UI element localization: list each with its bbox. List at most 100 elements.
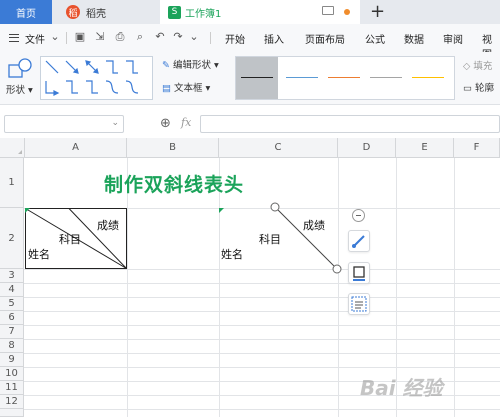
formula-bar: ⌄ ⊕ fx — [0, 110, 500, 138]
shape-outline-button[interactable] — [348, 262, 370, 284]
line-shape-gallery[interactable] — [40, 56, 153, 100]
formula-input[interactable] — [200, 115, 500, 133]
row-header-7[interactable]: 7 — [0, 325, 24, 339]
chevron-down-icon[interactable]: ⌄ — [111, 118, 119, 128]
header-c2-bottom-text: 姓名 — [221, 248, 243, 261]
export-icon[interactable]: ⇲ — [94, 31, 106, 43]
zoom-icon[interactable]: ⊕ — [160, 116, 171, 131]
row-header-10[interactable]: 10 — [0, 367, 24, 381]
line-shapes-icon — [45, 60, 139, 96]
column-header-f[interactable]: F — [454, 138, 500, 158]
grid-line — [24, 325, 500, 326]
save-icon[interactable]: ▣ — [74, 31, 86, 43]
edit-shape-button[interactable]: ✎ 编辑形状 ▾ — [162, 57, 219, 71]
title-tab-bar: 首页 稻 稻壳 S 工作簿1 + — [0, 0, 500, 24]
header-a2-top-text: 成绩 — [97, 219, 119, 232]
grid-line — [24, 283, 500, 284]
divider — [210, 32, 211, 44]
outline-icon: ▭ — [463, 83, 472, 94]
unsaved-dot-icon — [344, 9, 350, 15]
text-box-button[interactable]: ▤ 文本框 ▾ — [162, 80, 210, 94]
shape-label[interactable]: 形状 ▾ — [6, 82, 33, 96]
style-line-yellow[interactable] — [412, 77, 444, 78]
column-header-e[interactable]: E — [396, 138, 454, 158]
outline-box-icon — [353, 266, 365, 281]
row-header-1[interactable]: 1 — [0, 158, 24, 208]
select-all-corner[interactable] — [0, 138, 25, 158]
grid-line — [24, 339, 500, 340]
new-tab-button[interactable]: + — [370, 1, 385, 22]
menu-file[interactable]: 文件 — [25, 31, 45, 46]
spreadsheet-logo-icon: S — [168, 5, 181, 19]
chevron-down-icon[interactable]: ⌄ — [49, 31, 61, 43]
row-header-9[interactable]: 9 — [0, 353, 24, 367]
row-header-5[interactable]: 5 — [0, 297, 24, 311]
watermark: Bai 经验 — [360, 376, 443, 400]
chevron-down-icon[interactable]: ⌄ — [188, 31, 200, 43]
shape-style-button[interactable] — [348, 230, 370, 252]
hamburger-icon[interactable] — [9, 34, 19, 42]
column-header-c[interactable]: C — [219, 138, 338, 158]
collapse-toolbar-button[interactable] — [352, 209, 365, 222]
header-c2-top-text: 成绩 — [303, 219, 325, 232]
menu-bar: 文件 ⌄ ▣ ⇲ ⎙ ⌕ ↶ ↷ ⌄ 开始 插入 页面布局 公式 数据 审阅 视… — [0, 24, 500, 61]
brush-icon — [352, 235, 365, 248]
print-icon[interactable]: ⎙ — [114, 31, 126, 43]
column-header-b[interactable]: B — [127, 138, 219, 158]
select-all-icon — [18, 150, 22, 154]
shape-style-gallery[interactable] — [235, 56, 455, 100]
style-line-orange[interactable] — [328, 77, 360, 78]
column-header-a[interactable]: A — [25, 138, 127, 158]
tab-daoke[interactable]: 稻 稻壳 — [58, 0, 158, 24]
divider — [66, 32, 67, 44]
outline-label: 轮廓 — [475, 83, 495, 94]
sheet-title[interactable]: 制作双斜线表头 — [104, 170, 244, 197]
row-header-12[interactable]: 12 — [0, 395, 24, 409]
redo-icon[interactable]: ↷ — [172, 31, 184, 43]
preview-icon[interactable]: ⌕ — [134, 31, 146, 43]
text-box-icon: ▤ — [162, 83, 171, 94]
diagonal-line-shape[interactable] — [219, 200, 349, 280]
shapes-icon — [8, 58, 32, 78]
edit-shape-icon: ✎ — [162, 60, 170, 71]
style-line-blue[interactable] — [286, 77, 318, 78]
undo-icon[interactable]: ↶ — [154, 31, 166, 43]
row-header-11[interactable]: 11 — [0, 381, 24, 395]
column-header-d[interactable]: D — [338, 138, 396, 158]
grid-line — [338, 158, 339, 417]
row-header-2[interactable]: 2 — [0, 208, 24, 269]
fx-icon[interactable]: fx — [181, 116, 191, 129]
row-header-8[interactable]: 8 — [0, 339, 24, 353]
style-line-gray[interactable] — [370, 77, 402, 78]
text-wrap-button[interactable] — [348, 293, 370, 315]
tab-daoke-label: 稻壳 — [86, 8, 106, 20]
row-header-6[interactable]: 6 — [0, 311, 24, 325]
tab-home[interactable]: 首页 — [0, 0, 52, 24]
tab-workbook-label: 工作簿1 — [185, 8, 222, 20]
text-wrap-icon — [351, 296, 367, 312]
grid-line — [454, 158, 455, 417]
style-option-selected[interactable] — [236, 57, 278, 99]
header-c2-middle-text: 科目 — [259, 233, 281, 246]
grid-line — [24, 353, 500, 354]
text-box-label: 文本框 — [174, 83, 203, 94]
menu-home[interactable]: 开始 — [225, 31, 245, 46]
menu-insert[interactable]: 插入 — [264, 31, 284, 46]
header-a2-middle-text: 科目 — [59, 233, 81, 246]
row-header-3[interactable]: 3 — [0, 269, 24, 283]
monitor-icon[interactable] — [322, 6, 334, 15]
row-header-13[interactable] — [0, 409, 24, 417]
fill-button[interactable]: ◇ 填充 — [463, 58, 492, 72]
fill-icon: ◇ — [463, 61, 471, 72]
grid-line — [24, 367, 500, 368]
menu-review[interactable]: 审阅 — [443, 31, 463, 46]
row-header-4[interactable]: 4 — [0, 283, 24, 297]
name-box[interactable]: ⌄ — [4, 115, 124, 133]
menu-data[interactable]: 数据 — [404, 31, 424, 46]
grid-line — [24, 311, 500, 312]
menu-formulas[interactable]: 公式 — [365, 31, 385, 46]
menu-page-layout[interactable]: 页面布局 — [305, 31, 345, 46]
ribbon-toolbar: 形状 ▾ ✎ 编辑形状 ▾ ▤ 文本框 ▾ ◇ 填充 ▭ 轮廓 — [0, 52, 500, 105]
outline-button[interactable]: ▭ 轮廓 — [463, 80, 494, 94]
grid-line — [24, 297, 500, 298]
